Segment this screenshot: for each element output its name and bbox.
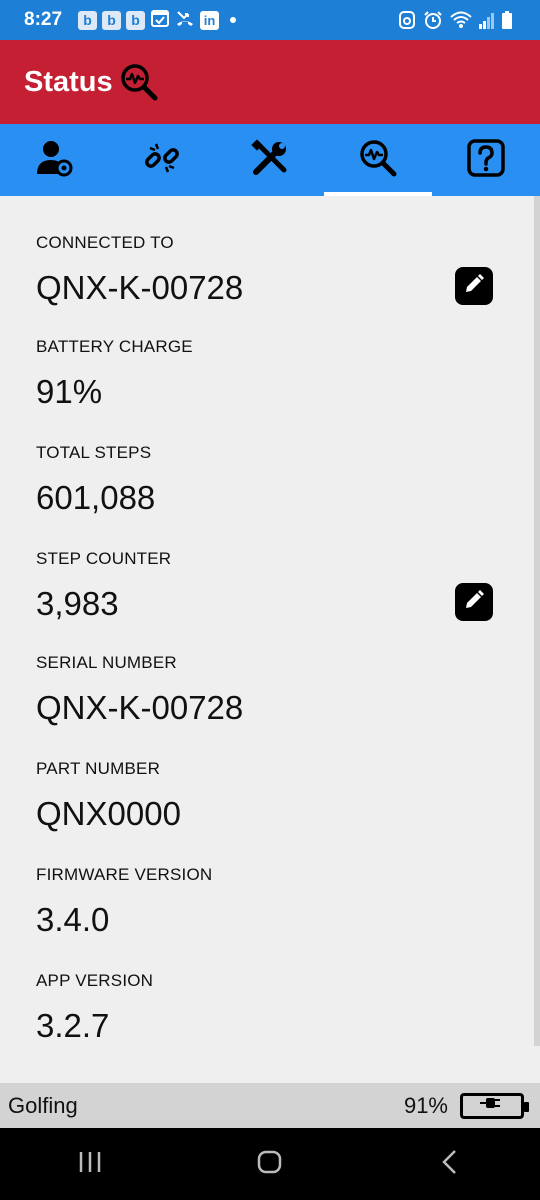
device-battery-percent: 91%	[403, 1092, 448, 1118]
broken-link-icon	[142, 138, 182, 183]
back-button[interactable]	[410, 1134, 490, 1194]
recents-icon	[77, 1150, 103, 1179]
system-icons	[398, 10, 512, 35]
calendar-check-icon	[150, 8, 170, 33]
tab-bar	[0, 124, 540, 196]
battery-charge-value: 91%	[36, 373, 103, 410]
home-button[interactable]	[230, 1134, 310, 1194]
more-notifications-dot	[230, 17, 237, 23]
device-status-bar: Golfing 91%	[0, 1083, 540, 1128]
app-version-value: 3.2.7	[36, 1007, 110, 1044]
firmware-version-value: 3.4.0	[36, 901, 110, 938]
notification-b-icon: b	[78, 10, 98, 30]
user-settings-icon	[34, 138, 74, 183]
status-content: CONNECTED TO QNX-K-00728 BATTERY CHARGE …	[0, 196, 534, 1082]
tab-status[interactable]	[324, 124, 432, 196]
content-scrollbar[interactable]	[534, 196, 540, 1046]
notification-b-icon: b	[102, 10, 122, 30]
tools-icon	[250, 138, 290, 183]
edit-step-counter-button[interactable]	[455, 583, 493, 621]
home-icon	[257, 1149, 283, 1180]
step-counter-label: STEP COUNTER	[36, 549, 172, 568]
device-battery-icon	[460, 1092, 529, 1119]
tab-help[interactable]	[432, 124, 540, 196]
notification-icons: b b b in	[78, 8, 237, 33]
signal-icon	[479, 11, 495, 34]
tab-user-settings[interactable]	[0, 124, 108, 196]
app-version-label: APP VERSION	[36, 971, 154, 990]
wifi-icon	[450, 11, 472, 34]
total-steps-value: 601,088	[36, 479, 156, 516]
system-status-bar: 8:27 b b b in	[0, 0, 540, 40]
alarm-icon	[423, 10, 443, 35]
firmware-version-label: FIRMWARE VERSION	[36, 865, 213, 884]
page-title: Status	[24, 65, 113, 98]
mode-label: Golfing	[8, 1092, 78, 1118]
total-steps-label: TOTAL STEPS	[36, 443, 152, 462]
back-icon	[440, 1149, 460, 1180]
pencil-icon	[463, 273, 485, 300]
connected-to-label: CONNECTED TO	[36, 233, 174, 252]
phone-battery-icon	[502, 11, 512, 34]
edit-connected-to-button[interactable]	[455, 267, 493, 305]
notification-b-icon: b	[126, 10, 146, 30]
part-number-value: QNX0000	[36, 795, 181, 832]
battery-charge-label: BATTERY CHARGE	[36, 337, 193, 356]
tab-connection[interactable]	[108, 124, 216, 196]
app-bar: Status	[0, 40, 540, 124]
system-navigation-bar	[0, 1128, 540, 1200]
recents-button[interactable]	[50, 1134, 130, 1194]
missed-call-icon	[175, 8, 195, 33]
clock: 8:27	[24, 9, 63, 30]
part-number-label: PART NUMBER	[36, 759, 161, 778]
serial-number-value: QNX-K-00728	[36, 689, 244, 726]
battery-tip	[524, 1101, 529, 1112]
status-search-icon	[119, 62, 159, 102]
tab-tools[interactable]	[216, 124, 324, 196]
connected-to-value: QNX-K-00728	[36, 269, 244, 306]
recycle-icon	[398, 10, 416, 35]
help-icon	[466, 138, 506, 183]
pencil-icon	[463, 589, 485, 616]
status-search-icon	[358, 138, 398, 183]
serial-number-label: SERIAL NUMBER	[36, 653, 177, 672]
linkedin-icon: in	[200, 10, 220, 30]
charging-plug-icon	[480, 1096, 504, 1115]
step-counter-value: 3,983	[36, 585, 119, 622]
